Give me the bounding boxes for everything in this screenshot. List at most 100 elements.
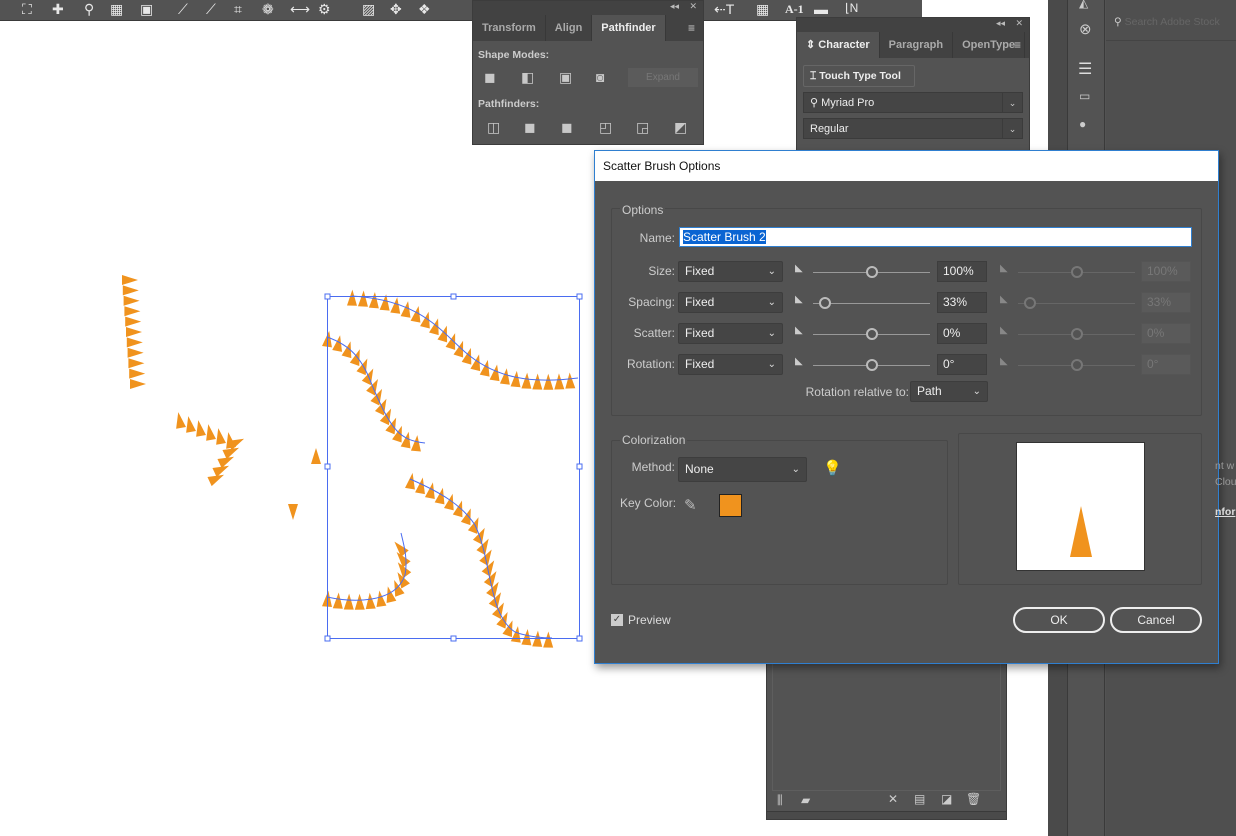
selection-handle[interactable]: [576, 635, 583, 642]
trim-icon[interactable]: ◼: [524, 120, 538, 134]
selection-handle[interactable]: [450, 293, 457, 300]
brush-path[interactable]: [326, 532, 407, 601]
exclude-icon[interactable]: ◙: [596, 70, 610, 84]
rotation-relative-select[interactable]: Path ⌄: [910, 381, 988, 402]
resize-handle[interactable]: [767, 811, 1006, 819]
method-select[interactable]: None ⌄: [678, 457, 807, 482]
minus-front-icon[interactable]: ◧: [521, 70, 535, 84]
pin-icon[interactable]: ⚲: [84, 1, 94, 18]
image-trace-icon[interactable]: ▨: [362, 1, 375, 18]
size-value-input[interactable]: 100%: [937, 261, 987, 282]
line-icon[interactable]: ⟋: [206, 1, 216, 18]
brushes-panel: ⫼ ▰ ✕ ▤ ◪ 🗑: [766, 640, 1007, 820]
collapse-icon[interactable]: ◂◂: [670, 1, 679, 12]
size-slider[interactable]: ◣: [795, 263, 931, 278]
collapse-icon[interactable]: ◂◂: [996, 18, 1005, 29]
tab-paragraph[interactable]: Paragraph: [880, 32, 954, 58]
transparency-icon[interactable]: ●: [1079, 117, 1086, 131]
gear-icon[interactable]: ⚙: [318, 1, 331, 18]
tab-character[interactable]: ⇕ Character: [797, 32, 880, 58]
panel-menu-icon[interactable]: ≡: [1014, 38, 1021, 52]
puppet-warp-icon[interactable]: ✥: [390, 1, 402, 18]
perspective-icon[interactable]: ❖: [418, 1, 431, 18]
scatter-slider[interactable]: ◣: [795, 325, 931, 340]
brush-path[interactable]: [326, 336, 426, 444]
symbol-sprayer-icon[interactable]: ⊗: [1079, 20, 1092, 38]
eyedropper-icon[interactable]: ✎: [684, 496, 697, 514]
scatter-mode-select[interactable]: Fixed ⌄: [678, 323, 783, 344]
brush-options-icon[interactable]: ▤: [914, 792, 925, 806]
close-icon[interactable]: ✕: [689, 1, 697, 12]
crop-icon[interactable]: ⌗: [234, 1, 242, 18]
delete-icon[interactable]: 🗑: [966, 792, 981, 806]
merge-icon[interactable]: ◼: [561, 120, 575, 134]
tab-align[interactable]: Align: [546, 15, 593, 41]
tab-pathfinder[interactable]: Pathfinder: [592, 15, 666, 41]
recolor-icon[interactable]: ❁: [262, 1, 274, 18]
scatter-brush-mark: [127, 347, 144, 358]
close-icon[interactable]: ✕: [1015, 18, 1023, 29]
spacing-mode-select[interactable]: Fixed ⌄: [678, 292, 783, 313]
key-color-label: Key Color:: [620, 496, 677, 510]
remove-brush-stroke-icon[interactable]: ✕: [888, 792, 898, 806]
ok-button[interactable]: OK: [1013, 607, 1105, 633]
selection-handle[interactable]: [324, 463, 331, 470]
selection-handle[interactable]: [324, 635, 331, 642]
panel-menu-icon[interactable]: ≡: [688, 21, 695, 35]
stroke-icon[interactable]: ☰: [1078, 59, 1092, 79]
grid-icon[interactable]: ▦: [756, 1, 769, 18]
shape-builder-icon[interactable]: ⛶: [22, 1, 32, 18]
name-input[interactable]: Scatter Brush 2: [679, 227, 1192, 247]
text-left-icon[interactable]: ⇠T: [714, 1, 734, 18]
slider-min-icon: ◣: [1000, 325, 1008, 336]
rotation-value-input[interactable]: 0°: [937, 354, 987, 375]
symbol-icon[interactable]: ▣: [140, 1, 153, 18]
outline-icon[interactable]: ◲: [636, 120, 650, 134]
expand-button[interactable]: Expand: [628, 68, 698, 87]
ruler-icon[interactable]: ▬: [814, 1, 828, 17]
crop-icon[interactable]: ◰: [599, 120, 613, 134]
unite-icon[interactable]: ◼: [484, 70, 498, 84]
cancel-button[interactable]: Cancel: [1110, 607, 1202, 633]
font-family-select[interactable]: ⚲ Myriad Pro ⌄: [803, 92, 1023, 113]
scatter-brush-mark: [122, 275, 138, 285]
new-brush-icon[interactable]: ◪: [941, 792, 952, 806]
chevron-down-icon: ⌄: [767, 359, 776, 370]
text-direction-icon[interactable]: ⌊N: [845, 1, 858, 15]
scatter-brush-mark: [347, 289, 357, 306]
libraries-icon[interactable]: ▰: [801, 793, 810, 807]
stock-partial-link[interactable]: nfor: [1215, 506, 1235, 518]
touch-type-tool-button[interactable]: ⌶ Touch Type Tool: [803, 65, 915, 87]
brush-path[interactable]: [409, 478, 553, 639]
tab-transform[interactable]: Transform: [473, 15, 546, 41]
gradient-shape-icon[interactable]: ◭: [1079, 0, 1088, 10]
path-icon[interactable]: ⟋: [178, 1, 188, 18]
calculator-icon[interactable]: ▦: [110, 1, 123, 18]
selection-handle[interactable]: [576, 463, 583, 470]
key-color-swatch[interactable]: [719, 494, 742, 517]
tips-lightbulb-icon[interactable]: 💡: [823, 459, 842, 477]
width-icon[interactable]: ⟷: [290, 1, 310, 18]
chevron-down-icon: ⌄: [767, 266, 776, 277]
scatter-value-input[interactable]: 0%: [937, 323, 987, 344]
rotation-mode-select[interactable]: Fixed ⌄: [678, 354, 783, 375]
selection-handle[interactable]: [324, 293, 331, 300]
gradient-icon[interactable]: ▭: [1079, 89, 1090, 103]
brush-list[interactable]: [772, 651, 1001, 791]
stock-search-input[interactable]: ⚲ Search Adobe Stock: [1114, 12, 1236, 32]
font-style-select[interactable]: Regular ⌄: [803, 118, 1023, 139]
rotation-slider[interactable]: ◣: [795, 356, 931, 371]
selection-handle[interactable]: [450, 635, 457, 642]
size-mode-select[interactable]: Fixed ⌄: [678, 261, 783, 282]
divide-icon[interactable]: ◫: [487, 120, 501, 134]
a1-label[interactable]: A-1: [785, 2, 804, 17]
brush-libraries-icon[interactable]: ⫼: [777, 793, 783, 808]
intersect-icon[interactable]: ▣: [559, 70, 573, 84]
minus-back-icon[interactable]: ◩: [674, 120, 688, 134]
spacing-value-input[interactable]: 33%: [937, 292, 987, 313]
selection-handle[interactable]: [576, 293, 583, 300]
spacing-slider[interactable]: ◣: [795, 294, 931, 309]
add-anchor-icon[interactable]: ✚: [52, 1, 64, 18]
preview-checkbox[interactable]: ✓: [611, 614, 623, 626]
method-label: Method:: [631, 460, 675, 474]
